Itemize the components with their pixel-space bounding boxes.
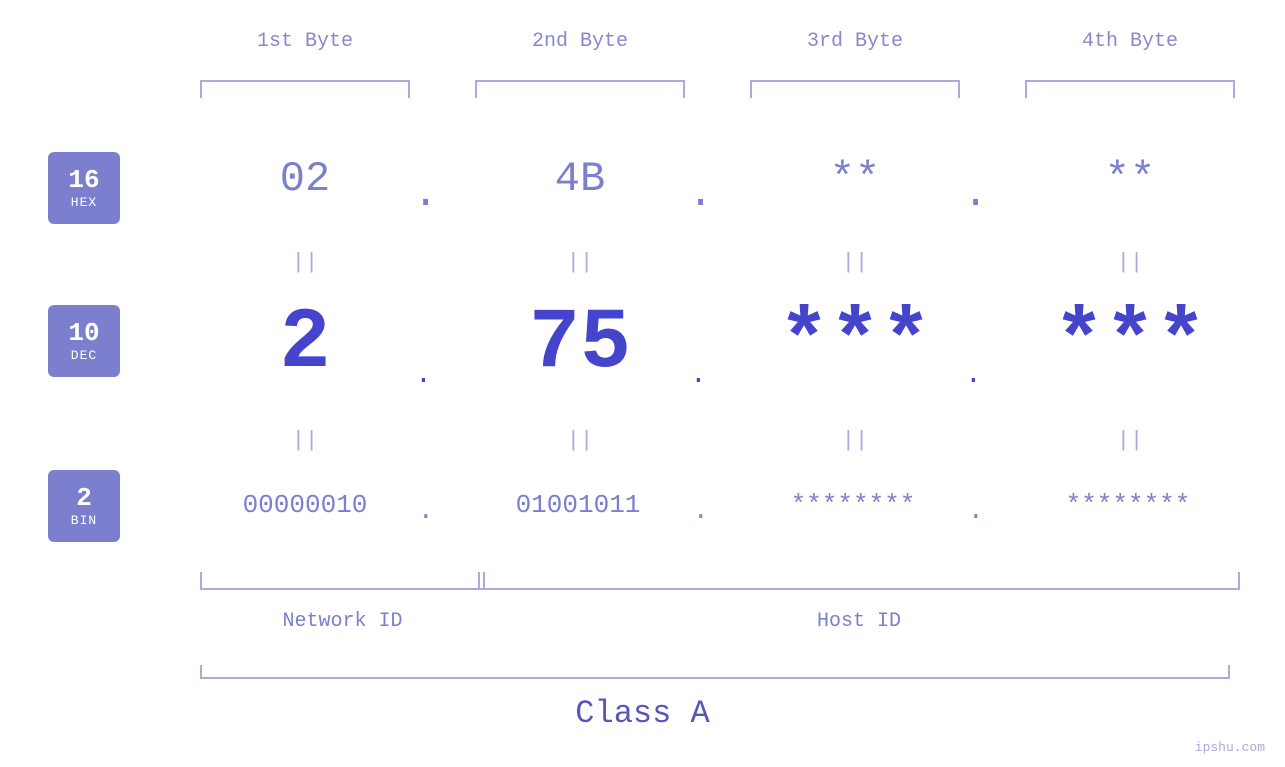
bracket-top-4: [1025, 80, 1235, 98]
equals-hex-dec-4: ||: [1025, 250, 1235, 275]
dec-dot-3: .: [965, 360, 982, 391]
bin-badge-number: 2: [76, 484, 92, 513]
bracket-bottom-network: [200, 572, 485, 590]
bin-val-1: 00000010: [185, 490, 425, 520]
dec-badge-number: 10: [68, 319, 99, 348]
hex-val-1: 02: [200, 155, 410, 203]
bin-dot-1: .: [418, 496, 434, 526]
hex-badge-label: HEX: [71, 195, 97, 210]
bin-dot-3: .: [968, 496, 984, 526]
equals-hex-dec-2: ||: [475, 250, 685, 275]
equals-hex-dec-3: ||: [750, 250, 960, 275]
bin-dot-2: .: [693, 496, 709, 526]
dec-val-2: 75: [475, 295, 685, 392]
class-bracket: [200, 665, 1230, 679]
bin-val-3: ********: [733, 490, 973, 520]
bracket-top-2: [475, 80, 685, 98]
dec-badge-label: DEC: [71, 348, 97, 363]
equals-dec-bin-3: ||: [750, 428, 960, 453]
hex-val-3: **: [750, 155, 960, 203]
hex-val-4: **: [1025, 155, 1235, 203]
bin-val-2: 01001011: [458, 490, 698, 520]
col-header-4: 4th Byte: [1025, 30, 1235, 53]
equals-dec-bin-2: ||: [475, 428, 685, 453]
hex-badge: 16 HEX: [48, 152, 120, 224]
bin-badge: 2 BIN: [48, 470, 120, 542]
main-container: 16 HEX 10 DEC 2 BIN 1st Byte 2nd Byte 3r…: [0, 0, 1285, 767]
host-id-label: Host ID: [478, 610, 1240, 633]
col-header-3: 3rd Byte: [750, 30, 960, 53]
bin-badge-label: BIN: [71, 513, 97, 528]
bracket-top-3: [750, 80, 960, 98]
bracket-top-1: [200, 80, 410, 98]
dec-val-1: 2: [200, 295, 410, 392]
bracket-bottom-host: [478, 572, 1240, 590]
col-header-2: 2nd Byte: [475, 30, 685, 53]
hex-val-2: 4B: [475, 155, 685, 203]
network-id-label: Network ID: [200, 610, 485, 633]
dec-dot-1: .: [415, 360, 432, 391]
hex-dot-3: .: [963, 170, 988, 218]
dec-val-4: ***: [1025, 295, 1235, 392]
bin-val-4: ********: [1008, 490, 1248, 520]
dec-badge: 10 DEC: [48, 305, 120, 377]
col-header-1: 1st Byte: [200, 30, 410, 53]
hex-dot-2: .: [688, 170, 713, 218]
equals-hex-dec-1: ||: [200, 250, 410, 275]
hex-badge-number: 16: [68, 166, 99, 195]
equals-dec-bin-1: ||: [200, 428, 410, 453]
dec-dot-2: .: [690, 360, 707, 391]
dec-val-3: ***: [750, 295, 960, 392]
class-label: Class A: [0, 695, 1285, 732]
hex-dot-1: .: [413, 170, 438, 218]
watermark: ipshu.com: [1195, 740, 1265, 755]
equals-dec-bin-4: ||: [1025, 428, 1235, 453]
